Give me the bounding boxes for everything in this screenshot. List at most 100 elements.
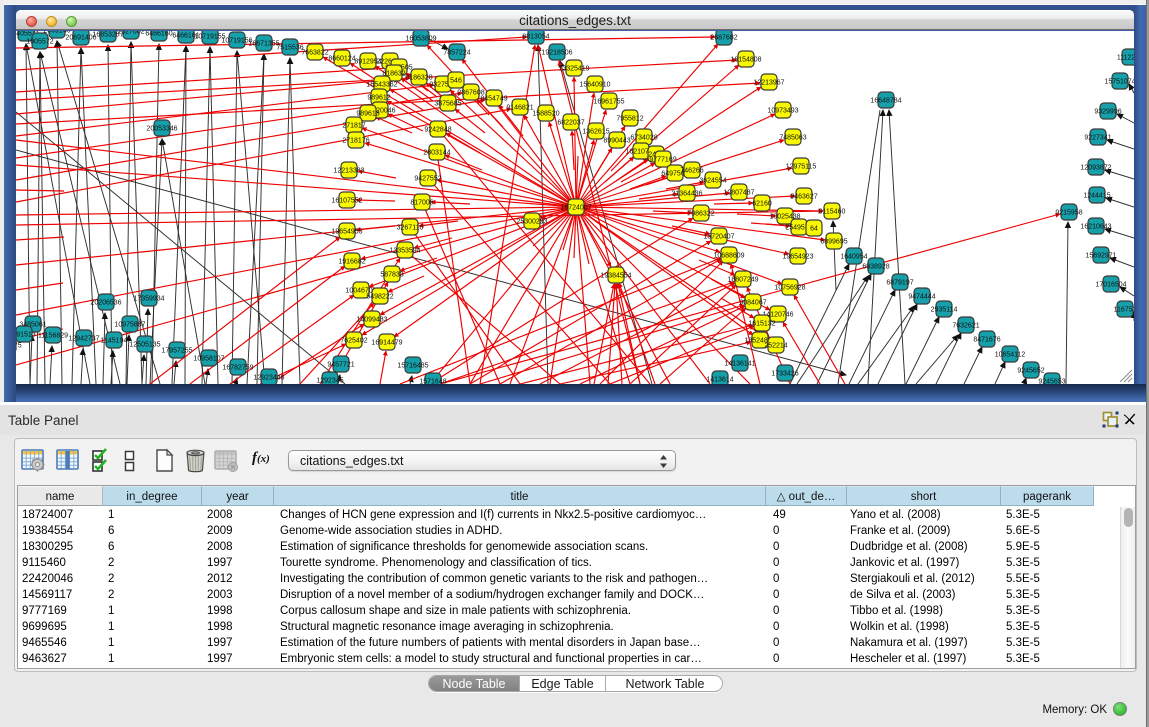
svg-text:6938928: 6938928 — [862, 264, 889, 271]
svg-text:7663822: 7663822 — [301, 50, 328, 57]
svg-text:1916682: 1916682 — [338, 259, 365, 266]
svg-text:9474444: 9474444 — [908, 294, 935, 301]
svg-text:64: 64 — [810, 226, 818, 233]
svg-text:989612: 989612 — [367, 95, 390, 102]
svg-text:8813054: 8813054 — [522, 34, 549, 41]
svg-text:9146821: 9146821 — [506, 105, 533, 112]
svg-text:8471676: 8471676 — [973, 337, 1000, 344]
svg-text:1571648: 1571648 — [419, 379, 446, 385]
svg-text:25300293: 25300293 — [516, 219, 547, 226]
svg-text:9242848: 9242848 — [424, 127, 451, 134]
svg-text:7515536: 7515536 — [276, 45, 303, 52]
svg-text:116753: 116753 — [1114, 307, 1134, 314]
svg-text:19384554: 19384554 — [600, 273, 631, 280]
svg-text:10756928: 10756928 — [774, 285, 805, 292]
svg-text:7955812: 7955812 — [616, 116, 643, 123]
svg-text:391513: 391513 — [16, 332, 36, 339]
svg-text:9329996: 9329996 — [1094, 109, 1121, 116]
svg-text:3875685: 3875685 — [434, 101, 461, 108]
svg-text:16961755: 16961755 — [593, 99, 624, 106]
svg-text:3624554: 3624554 — [699, 178, 726, 185]
svg-text:8990443: 8990443 — [603, 138, 630, 145]
svg-text:10807487: 10807487 — [723, 190, 754, 197]
svg-text:15716485: 15716485 — [397, 363, 428, 370]
svg-text:12213383: 12213383 — [333, 168, 364, 175]
svg-text:16782759: 16782759 — [222, 365, 253, 372]
svg-text:10654112: 10654112 — [995, 352, 1026, 359]
svg-text:9457721: 9457721 — [327, 362, 354, 369]
svg-text:9427552: 9427552 — [414, 176, 441, 183]
svg-text:6822037: 6822037 — [557, 120, 584, 127]
svg-text:1615132: 1615132 — [748, 321, 775, 328]
svg-text:10688609: 10688609 — [713, 253, 744, 260]
svg-text:10975887: 10975887 — [114, 322, 145, 329]
svg-text:11156829: 11156829 — [38, 333, 68, 340]
svg-text:6879197: 6879197 — [886, 280, 913, 287]
svg-text:16543362: 16543362 — [366, 82, 397, 89]
svg-text:16053809: 16053809 — [405, 36, 436, 43]
svg-text:8186328: 8186328 — [405, 75, 432, 82]
svg-text:17016504: 17016504 — [1095, 282, 1126, 289]
svg-text:9463627: 9463627 — [790, 194, 817, 201]
svg-text:9777169: 9777169 — [649, 157, 676, 164]
svg-text:2803144: 2803144 — [423, 150, 450, 157]
svg-text:9245653: 9245653 — [1038, 379, 1065, 385]
svg-text:9245652: 9245652 — [1017, 368, 1044, 375]
svg-text:1145194: 1145194 — [101, 338, 128, 345]
svg-text:1915175: 1915175 — [16, 343, 22, 350]
svg-text:10973493: 10973493 — [767, 108, 798, 115]
svg-text:13353594: 13353594 — [389, 248, 420, 255]
svg-text:16671355: 16671355 — [248, 41, 279, 48]
svg-text:6466160: 6466160 — [145, 31, 172, 38]
svg-text:1292345: 1292345 — [316, 378, 343, 385]
svg-text:16154808: 16154808 — [730, 57, 761, 64]
svg-text:16210643: 16210643 — [1080, 224, 1111, 231]
svg-text:9084067: 9084067 — [739, 300, 766, 307]
svg-text:21364436: 21364436 — [671, 191, 702, 198]
svg-text:17359934: 17359934 — [133, 296, 164, 303]
svg-text:3267110: 3267110 — [397, 225, 424, 232]
svg-text:15751074: 15751074 — [1104, 79, 1134, 86]
svg-text:20206536: 20206536 — [90, 300, 121, 307]
svg-text:15720407: 15720407 — [703, 234, 734, 241]
svg-text:8660124: 8660124 — [328, 56, 355, 63]
svg-text:10958107: 10958107 — [193, 356, 224, 363]
svg-text:19654955: 19654955 — [331, 229, 362, 236]
svg-text:271817: 271817 — [342, 123, 365, 130]
svg-text:18724007: 18724007 — [560, 205, 591, 212]
svg-text:2935114: 2935114 — [931, 307, 958, 314]
svg-text:12942737: 12942737 — [68, 336, 99, 343]
svg-text:18807249: 18807249 — [727, 277, 758, 284]
svg-text:1588520: 1588520 — [532, 111, 559, 118]
svg-text:12975115: 12975115 — [786, 164, 817, 171]
svg-text:989613: 989613 — [356, 111, 379, 118]
svg-text:7986322: 7986322 — [687, 211, 714, 218]
svg-text:6899695: 6899695 — [820, 239, 847, 246]
svg-text:20053346: 20053346 — [146, 126, 177, 133]
svg-text:12505135: 12505135 — [129, 342, 160, 349]
svg-text:7632621: 7632621 — [952, 323, 979, 330]
svg-text:9215958: 9215958 — [1055, 210, 1082, 217]
svg-text:7485063: 7485063 — [779, 135, 806, 142]
svg-text:16914479: 16914479 — [371, 340, 402, 347]
svg-text:8454749: 8454749 — [480, 96, 507, 103]
svg-text:9227341: 9227341 — [1084, 135, 1111, 142]
svg-text:7625402: 7625402 — [340, 338, 367, 345]
svg-text:19654923: 19654923 — [782, 254, 813, 261]
svg-text:1640954: 1640954 — [840, 254, 867, 261]
svg-text:1362615: 1362615 — [582, 129, 609, 136]
svg-text:1905572: 1905572 — [26, 39, 53, 46]
svg-text:817006: 817006 — [410, 200, 433, 207]
svg-text:12213967: 12213967 — [753, 80, 784, 87]
svg-text:15640910: 15640910 — [579, 82, 610, 89]
svg-text:2718176: 2718176 — [342, 138, 369, 145]
svg-text:9115460: 9115460 — [819, 209, 846, 216]
svg-text:587833: 587833 — [380, 272, 403, 279]
svg-text:14136141: 14136141 — [724, 361, 755, 368]
svg-text:1733426: 1733426 — [771, 371, 798, 378]
svg-text:16648784: 16648784 — [870, 98, 901, 105]
svg-text:13325419: 13325419 — [558, 66, 589, 73]
svg-text:5498222: 5498222 — [366, 294, 393, 301]
svg-text:7857224: 7857224 — [443, 50, 470, 57]
svg-text:1112233: 1112233 — [1117, 55, 1134, 62]
